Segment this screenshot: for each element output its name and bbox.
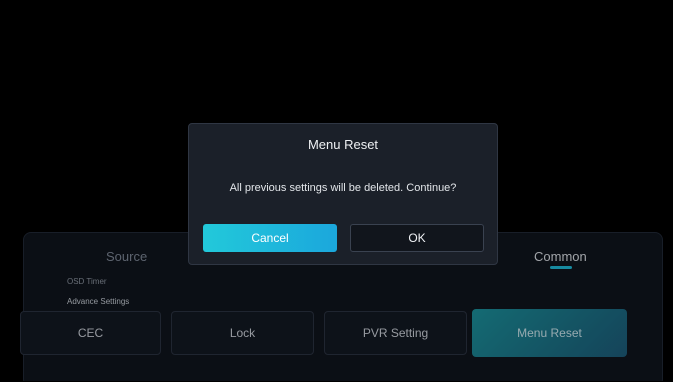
dialog-title: Menu Reset	[307, 137, 379, 152]
tv-screen: Source Common OSD Timer Advance Settings…	[1, 1, 672, 381]
ok-button-label: OK	[408, 231, 426, 245]
cancel-button[interactable]: Cancel	[203, 224, 337, 252]
dialog-message: All previous settings will be deleted. C…	[229, 182, 457, 194]
cancel-button-label: Cancel	[251, 231, 289, 245]
menu-reset-dialog: Menu Reset All previous settings will be…	[188, 123, 498, 265]
ok-button[interactable]: OK	[350, 224, 484, 252]
